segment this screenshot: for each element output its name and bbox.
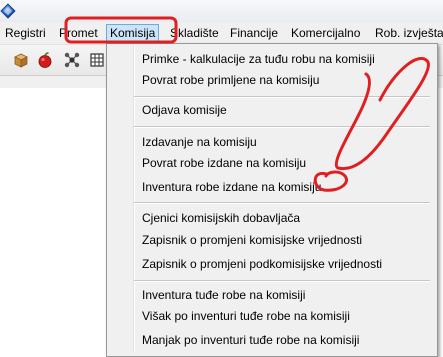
menu-item-inventura-tudje[interactable]: Inventura tuđe robe na komisiji — [142, 287, 305, 303]
menu-separator — [134, 96, 430, 98]
apple-icon[interactable] — [36, 51, 54, 69]
app-logo-icon — [0, 3, 16, 19]
menu-komisija[interactable]: Komisija — [106, 24, 160, 42]
menu-item-zapisnik-komisijske[interactable]: Zapisnik o promjeni komisijske vrijednos… — [142, 232, 362, 248]
menu-item-primke[interactable]: Primke - kalkulacije za tuđu robu na kom… — [142, 51, 375, 67]
menu-promet[interactable]: Promet — [59, 25, 98, 41]
menu-item-inventura-izdane[interactable]: Inventura robe izdane na komisiju — [142, 179, 321, 195]
menu-registri[interactable]: Registri — [5, 25, 46, 41]
menu-item-povrat-primljene[interactable]: Povrat robe primljene na komisiju — [142, 72, 319, 88]
menu-komercijalno[interactable]: Komercijalno — [291, 25, 360, 41]
menu-skladiste[interactable]: Skladište — [170, 25, 219, 41]
grid-icon[interactable] — [88, 51, 106, 69]
menu-separator — [134, 280, 430, 282]
application-window: Registri Promet Komisija Skladište Finan… — [0, 0, 443, 357]
menu-separator — [134, 126, 430, 128]
menu-item-povrat-izdane[interactable]: Povrat robe izdane na komisiju — [142, 155, 306, 171]
menu-item-odjava[interactable]: Odjava komisije — [142, 102, 227, 118]
menu-item-visak[interactable]: Višak po inventuri tuđe robe na komisiji — [142, 308, 350, 324]
menu-icon-gutter — [133, 45, 135, 353]
menu-item-zapisnik-podkomisijske[interactable]: Zapisnik o promjeni podkomisijske vrijed… — [142, 256, 382, 272]
menu-bar: Registri Promet Komisija Skladište Finan… — [0, 22, 443, 45]
menu-rob-izvjestaj[interactable]: Rob. izvještaj — [375, 25, 443, 41]
network-icon[interactable] — [63, 51, 81, 69]
title-bar — [0, 0, 443, 22]
package-icon[interactable] — [12, 51, 30, 69]
komisija-dropdown-menu: Primke - kalkulacije za tuđu robu na kom… — [106, 43, 438, 357]
menu-item-cjenici[interactable]: Cjenici komisijskih dobavljača — [142, 210, 300, 226]
menu-separator — [134, 202, 430, 204]
menu-item-izdavanje[interactable]: Izdavanje na komisiju — [142, 134, 257, 150]
menu-item-manjak[interactable]: Manjak po inventuri tuđe robe na komisij… — [142, 332, 359, 348]
menu-financije[interactable]: Financije — [230, 25, 278, 41]
